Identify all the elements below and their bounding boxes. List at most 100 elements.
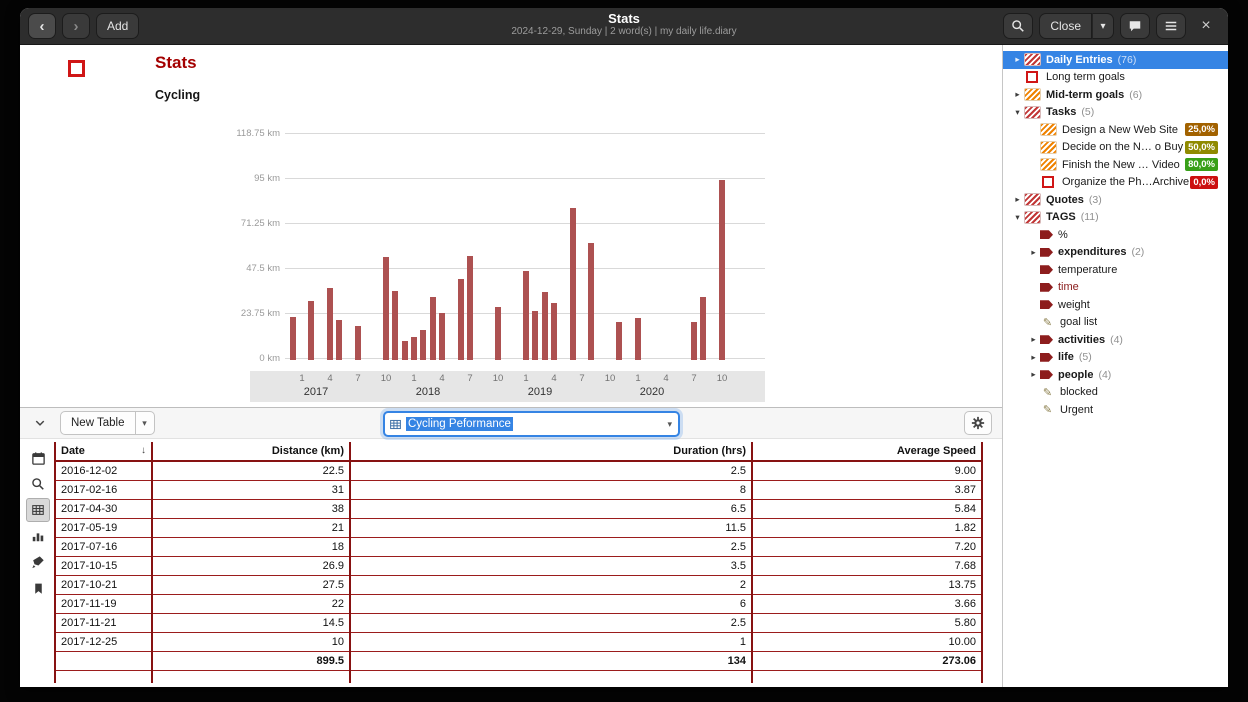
- close-entry-button[interactable]: Close: [1039, 13, 1092, 39]
- table-row[interactable]: 2017-10-1526.93.57.68: [55, 557, 982, 576]
- expander-closed-icon[interactable]: ▸: [1027, 352, 1040, 363]
- tree-item-daily-entries[interactable]: ▸Daily Entries(76): [1003, 51, 1228, 69]
- expander-closed-icon[interactable]: ▸: [1027, 369, 1040, 380]
- table-row[interactable]: 2017-05-192111.51.82: [55, 519, 982, 538]
- tree-item-activities[interactable]: ▸activities(4): [1003, 331, 1228, 349]
- table-cell[interactable]: 273.06: [752, 652, 982, 671]
- close-dropdown-button[interactable]: ▾: [1092, 13, 1114, 39]
- table-row[interactable]: 2017-04-30386.55.84: [55, 500, 982, 519]
- column-header-distance-km[interactable]: Distance (km): [152, 442, 350, 461]
- tree-item-expenditures[interactable]: ▸expenditures(2): [1003, 244, 1228, 262]
- table-cell[interactable]: 2017-12-25: [55, 633, 152, 652]
- expander-closed-icon[interactable]: ▸: [1027, 334, 1040, 345]
- table-cell[interactable]: 6.5: [350, 500, 752, 519]
- table-row[interactable]: 2017-11-192263.66: [55, 595, 982, 614]
- table-cell[interactable]: 2.5: [350, 538, 752, 557]
- tree-item-time[interactable]: time: [1003, 279, 1228, 297]
- table-settings-button[interactable]: [964, 411, 992, 435]
- table-cell[interactable]: 2.5: [350, 461, 752, 481]
- table-cell[interactable]: 2016-12-02: [55, 461, 152, 481]
- search-button[interactable]: [1003, 13, 1033, 39]
- table-cell[interactable]: 2017-10-15: [55, 557, 152, 576]
- table-cell[interactable]: 5.80: [752, 614, 982, 633]
- tree-item-life[interactable]: ▸life(5): [1003, 349, 1228, 367]
- table-row[interactable]: 2017-07-16182.57.20: [55, 538, 982, 557]
- expander-closed-icon[interactable]: ▸: [1011, 89, 1024, 100]
- tree-item-tasks[interactable]: ▾Tasks(5): [1003, 104, 1228, 122]
- column-header-date[interactable]: Date↓: [55, 442, 152, 461]
- table-cell[interactable]: 3.5: [350, 557, 752, 576]
- table-row[interactable]: 2017-11-2114.52.55.80: [55, 614, 982, 633]
- table-cell[interactable]: 18: [152, 538, 350, 557]
- expander-closed-icon[interactable]: ▸: [1011, 54, 1024, 65]
- new-table-dropdown-button[interactable]: ▾: [135, 411, 155, 435]
- tree-item-temperature[interactable]: temperature: [1003, 261, 1228, 279]
- table-cell[interactable]: 26.9: [152, 557, 350, 576]
- table-cell[interactable]: 2017-11-21: [55, 614, 152, 633]
- table-cell[interactable]: [55, 671, 152, 684]
- table-cell[interactable]: 31: [152, 481, 350, 500]
- todo-checkbox-icon[interactable]: [68, 60, 85, 77]
- tree-item-blocked[interactable]: ✎blocked: [1003, 384, 1228, 402]
- table-cell[interactable]: 27.5: [152, 576, 350, 595]
- table-cell[interactable]: 2017-02-16: [55, 481, 152, 500]
- tree-item-goal-list[interactable]: ✎goal list: [1003, 314, 1228, 332]
- column-header-average-speed[interactable]: Average Speed: [752, 442, 982, 461]
- table-cell[interactable]: 3.66: [752, 595, 982, 614]
- bookmark-view-button[interactable]: [26, 576, 50, 600]
- table-view-button[interactable]: [26, 498, 50, 522]
- table-cell[interactable]: 2.5: [350, 614, 752, 633]
- table-cell[interactable]: 2: [350, 576, 752, 595]
- table-cell[interactable]: [350, 671, 752, 684]
- table-cell[interactable]: 2017-07-16: [55, 538, 152, 557]
- table-selector-combobox[interactable]: Cycling Peformance ▾: [383, 411, 680, 437]
- table-cell[interactable]: 21: [152, 519, 350, 538]
- table-cell[interactable]: 7.20: [752, 538, 982, 557]
- tree-item-tags[interactable]: ▾TAGS(11): [1003, 209, 1228, 227]
- tree-item-weight[interactable]: weight: [1003, 296, 1228, 314]
- menu-button[interactable]: [1156, 13, 1186, 39]
- table-cell[interactable]: 13.75: [752, 576, 982, 595]
- table-cell[interactable]: [152, 671, 350, 684]
- table-cell[interactable]: 899.5: [152, 652, 350, 671]
- new-table-button[interactable]: New Table: [60, 411, 136, 435]
- table-cell[interactable]: 11.5: [350, 519, 752, 538]
- table-cell[interactable]: 5.84: [752, 500, 982, 519]
- table-cell[interactable]: 1.82: [752, 519, 982, 538]
- table-cell[interactable]: 6: [350, 595, 752, 614]
- table-cell[interactable]: [752, 671, 982, 684]
- table-cell[interactable]: 10: [152, 633, 350, 652]
- table-cell[interactable]: 1: [350, 633, 752, 652]
- table-cell[interactable]: 9.00: [752, 461, 982, 481]
- forward-button[interactable]: ›: [62, 13, 90, 39]
- calendar-view-button[interactable]: [26, 446, 50, 470]
- search-view-button[interactable]: [26, 472, 50, 496]
- back-button[interactable]: ‹: [28, 13, 56, 39]
- table-stub-row[interactable]: [55, 671, 982, 684]
- table-cell[interactable]: 22.5: [152, 461, 350, 481]
- tree-item-long-term-goals[interactable]: Long term goals: [1003, 69, 1228, 87]
- tree-item-urgent[interactable]: ✎Urgent: [1003, 401, 1228, 419]
- add-button[interactable]: Add: [96, 13, 139, 39]
- table-row[interactable]: 2017-12-2510110.00: [55, 633, 982, 652]
- table-cell[interactable]: 14.5: [152, 614, 350, 633]
- chart-view-button[interactable]: [26, 524, 50, 548]
- tree-item-mid-term-goals[interactable]: ▸Mid-term goals(6): [1003, 86, 1228, 104]
- table-cell[interactable]: 22: [152, 595, 350, 614]
- table-cell[interactable]: 10.00: [752, 633, 982, 652]
- table-cell[interactable]: 38: [152, 500, 350, 519]
- expander-open-icon[interactable]: ▾: [1011, 107, 1024, 118]
- table-totals-row[interactable]: 899.5134273.06: [55, 652, 982, 671]
- table-cell[interactable]: 2017-11-19: [55, 595, 152, 614]
- table-cell[interactable]: 2017-10-21: [55, 576, 152, 595]
- table-row[interactable]: 2017-10-2127.5213.75: [55, 576, 982, 595]
- comment-button[interactable]: [1120, 13, 1150, 39]
- table-cell[interactable]: 7.68: [752, 557, 982, 576]
- table-cell[interactable]: 2017-04-30: [55, 500, 152, 519]
- table-cell[interactable]: 8: [350, 481, 752, 500]
- expander-open-icon[interactable]: ▾: [1011, 212, 1024, 223]
- tree-item-%[interactable]: %: [1003, 226, 1228, 244]
- column-header-duration-hrs[interactable]: Duration (hrs): [350, 442, 752, 461]
- tree-item-decide-on-the-n-o-buy[interactable]: Decide on the N… o Buy50,0%: [1003, 139, 1228, 157]
- tree-item-design-a-new-web-site[interactable]: Design a New Web Site25,0%: [1003, 121, 1228, 139]
